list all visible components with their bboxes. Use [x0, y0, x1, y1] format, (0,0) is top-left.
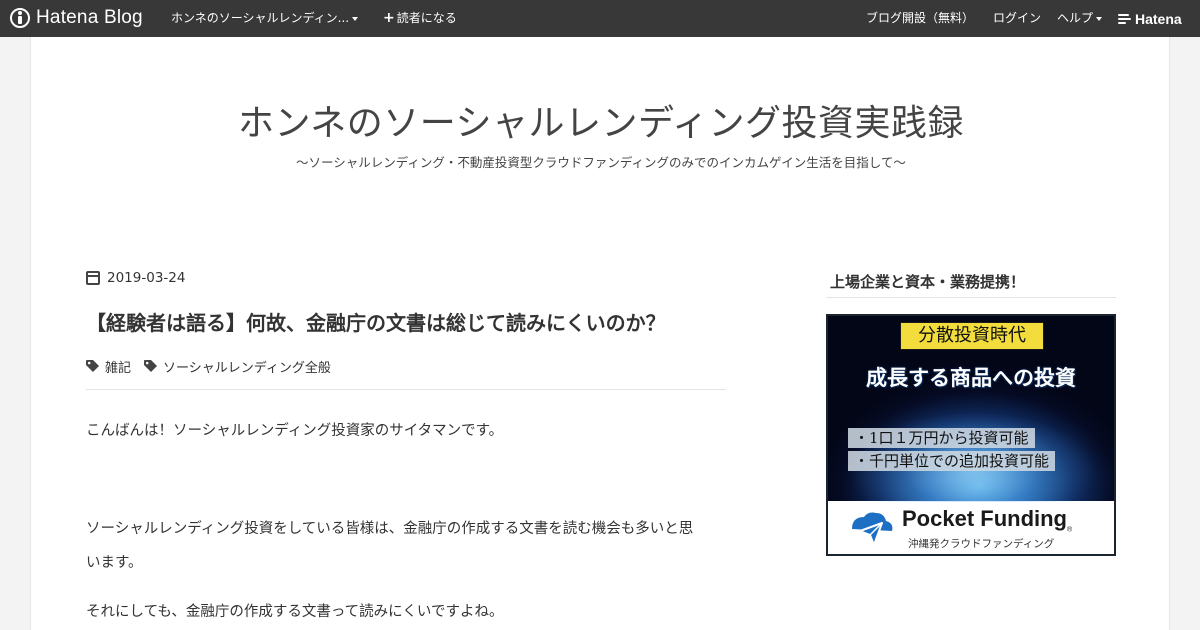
banner-brand-strip: Pocket Funding® 沖縄発クラウドファンディング	[828, 502, 1114, 554]
sidebar-divider	[826, 297, 1116, 298]
hatena-link[interactable]: Hatena	[1118, 0, 1182, 37]
subscribe-label: 読者になる	[396, 11, 457, 25]
help-label: ヘルプ	[1057, 11, 1094, 25]
entry-date[interactable]: 2019-03-24	[86, 269, 185, 287]
tag-icon	[144, 360, 158, 372]
ad-banner[interactable]: 分散投資時代 成長する商品への投資 ・1口１万円から投資可能 ・千円単位での追加…	[826, 314, 1116, 556]
tag-icon	[86, 360, 100, 372]
blog-menu-dropdown[interactable]: ホンネのソーシャルレンディン...	[171, 0, 359, 37]
hatena-blog-logo-text: Hatena Blog	[36, 7, 143, 28]
page-container: ホンネのソーシャルレンディング投資実践録 ～ソーシャルレンディング・不動産投資型…	[30, 37, 1170, 630]
login-link[interactable]: ログイン	[993, 0, 1041, 37]
banner-bullet: ・1口１万円から投資可能	[848, 428, 1035, 448]
entry-paragraph: こんばんは！ソーシャルレンディング投資家のサイタマンです。	[86, 423, 504, 439]
calendar-icon	[86, 271, 100, 285]
blog-description: ～ソーシャルレンディング・不動産投資型クラウドファンディングのみでのインカムゲイ…	[296, 155, 906, 170]
category-label: ソーシャルレンディング全般	[163, 360, 331, 376]
login-label: ログイン	[993, 11, 1042, 25]
entry-date-text: 2019-03-24	[107, 270, 186, 286]
registered-mark: ®	[1067, 526, 1073, 534]
chevron-down-icon	[1096, 16, 1103, 21]
entry-paragraph: ソーシャルレンディング投資をしている皆様は、金融庁の作成する文書を読む機会も多い…	[86, 521, 694, 537]
sidebar-module-title: 上場企業と資本・業務提携！	[830, 273, 1026, 291]
banner-headline: 分散投資時代	[900, 322, 1044, 350]
open-blog-link[interactable]: ブログ開設（無料）	[866, 0, 974, 37]
open-blog-label: ブログ開設（無料）	[866, 11, 975, 25]
help-dropdown[interactable]: ヘルプ	[1057, 0, 1103, 37]
category-label: 雑記	[105, 360, 132, 376]
banner-subhead: 成長する商品への投資	[866, 365, 1076, 390]
entry-title[interactable]: 【経験者は語る】何故、金融庁の文書は総じて読みにくいのか？	[86, 307, 666, 336]
banner-brand: Pocket Funding®	[902, 506, 1072, 533]
banner-brand-text: Pocket Funding	[902, 506, 1067, 531]
entry-paragraph: います。	[86, 555, 143, 571]
subscribe-button[interactable]: + 読者になる	[383, 0, 457, 37]
entry-divider	[86, 389, 726, 390]
blog-title[interactable]: ホンネのソーシャルレンディング投資実践録	[31, 94, 1171, 146]
hatena-logo-icon	[1118, 14, 1131, 24]
banner-earth-image: 分散投資時代 成長する商品への投資 ・1口１万円から投資可能 ・千円単位での追加…	[828, 316, 1114, 531]
category-link[interactable]: ソーシャルレンディング全般	[144, 357, 331, 376]
hatena-label: Hatena	[1135, 10, 1182, 27]
plus-icon: +	[383, 10, 395, 26]
banner-tagline: 沖縄発クラウドファンディング	[908, 538, 1055, 550]
entry-paragraph: それにしても、金融庁の作成する文書って読みにくいですよね。	[86, 604, 504, 620]
entry-categories: 雑記 ソーシャルレンディング全般	[86, 357, 344, 376]
chevron-down-icon	[352, 16, 359, 21]
hatena-blog-logo[interactable]: Hatena Blog	[10, 6, 143, 30]
global-header: Hatena Blog ホンネのソーシャルレンディン... + 読者になる ブログ…	[0, 0, 1200, 37]
category-link[interactable]: 雑記	[86, 357, 131, 376]
blog-menu-label: ホンネのソーシャルレンディン...	[171, 11, 350, 25]
pocket-funding-logo-icon	[848, 511, 896, 547]
banner-bullet: ・千円単位での追加投資可能	[848, 451, 1056, 471]
hatena-blog-logo-icon	[10, 8, 30, 28]
